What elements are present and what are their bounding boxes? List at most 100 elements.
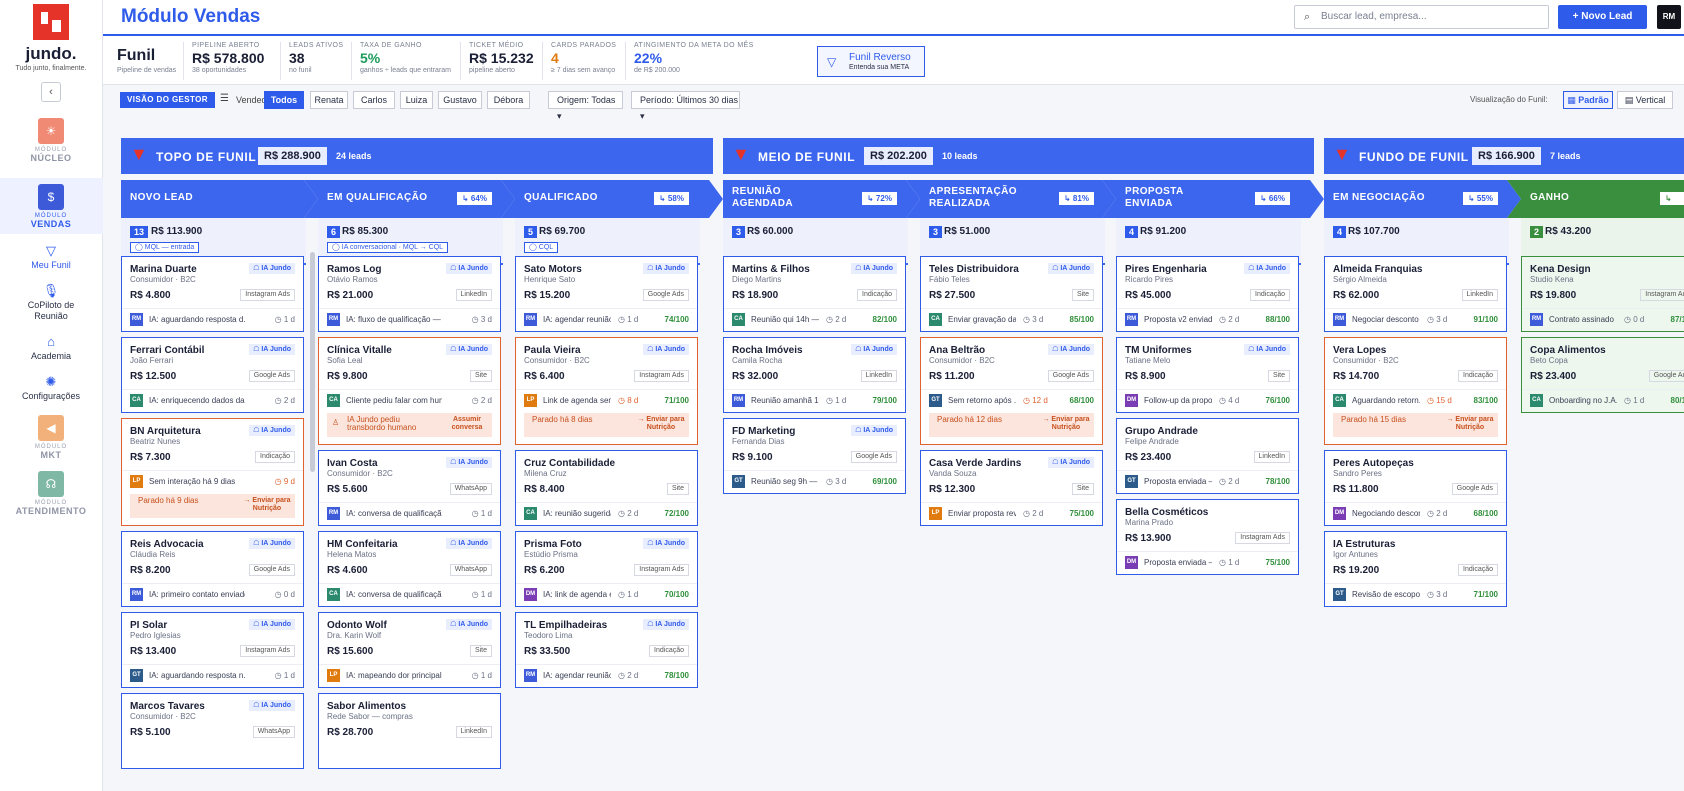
lead-card[interactable]: Marina Duarte Consumidor · B2C ☖ IA Jundo R… [121, 256, 304, 332]
seller-chip[interactable]: Renata [310, 91, 348, 109]
column-scrollbar[interactable] [310, 252, 315, 472]
lead-card[interactable]: TL Empilhadeiras Teodoro Lima ☖ IA Jundo R$… [515, 612, 698, 688]
stage-header[interactable]: APRESENTAÇÃO REALIZADA ↳ 81% [906, 180, 1116, 218]
lead-source-badge: LinkedIn [455, 289, 492, 301]
stage-header[interactable]: REUNIÃO AGENDADA ↳ 72% [723, 180, 920, 218]
nav-copiloto[interactable]: 🎙 CoPiloto de Reunião [0, 280, 103, 325]
module-mkt[interactable]: ◀ MÓDULO MKT [0, 409, 103, 465]
stage-header[interactable]: EM QUALIFICAÇÃO ↳ 64% [304, 180, 515, 218]
lead-name: Ana Beltrão [929, 345, 986, 356]
module-vendas[interactable]: $ MÓDULO VENDAS [0, 178, 103, 234]
stage-header[interactable]: QUALIFICADO ↳ 58% [501, 180, 723, 218]
owner-avatar: GT [1125, 475, 1138, 488]
next-action: Contrato assinado [1549, 315, 1614, 324]
nav-configuracoes[interactable]: ✺ Configurações [0, 371, 103, 405]
lead-card[interactable]: Kena Design Studio Kena R$ 19.800 Instagram… [1521, 256, 1684, 332]
column-total: R$ 107.700 [1348, 226, 1400, 237]
card-divider [516, 664, 697, 665]
module-nucleo[interactable]: ☀ MÓDULO NÚCLEO [0, 112, 103, 168]
lead-score: 83/100 [1473, 396, 1498, 405]
send-to-nurture-button[interactable]: → Enviar para Nutrição [1031, 416, 1101, 432]
module-atendimento[interactable]: ☊ MÓDULO ATENDIMENTO [0, 465, 103, 521]
lead-card[interactable]: HM Confeitaria Helena Matos ☖ IA Jundo R$ 4… [318, 531, 501, 607]
collapse-sidebar-button[interactable]: ‹ [41, 82, 61, 102]
send-to-nurture-button[interactable]: → Enviar para Nutrição [1435, 416, 1505, 432]
lead-card[interactable]: Odonto Wolf Dra. Karin Wolf ☖ IA Jundo R$ 1… [318, 612, 501, 688]
lead-card[interactable]: Martins & Filhos Diego Martins ☖ IA Jundo R… [723, 256, 906, 332]
lead-card[interactable]: Rocha Imóveis Camila Rocha ☖ IA Jundo R$ 32… [723, 337, 906, 413]
search-input[interactable]: ⌕ Buscar lead, empresa... [1294, 5, 1549, 29]
lead-value: R$ 13.400 [130, 646, 177, 657]
lead-card[interactable]: PI Solar Pedro Iglesias ☖ IA Jundo R$ 13.40… [121, 612, 304, 688]
stage-header[interactable]: NOVO LEAD [121, 180, 318, 218]
lead-card[interactable]: Cruz Contabilidade Milena Cruz R$ 8.400 Sit… [515, 450, 698, 526]
lead-name: Marina Duarte [130, 264, 197, 275]
send-to-nurture-button[interactable]: → Enviar para Nutrição [232, 497, 302, 513]
lead-card[interactable]: Bella Cosméticos Marina Prado R$ 13.900 Ins… [1116, 499, 1299, 575]
seller-chip[interactable]: Débora [487, 91, 530, 109]
assume-conversation-button[interactable]: Assumir conversa [439, 416, 495, 432]
lead-card[interactable]: BN Arquitetura Beatriz Nunes ☖ IA Jundo R$ … [121, 418, 304, 526]
lead-card[interactable]: Peres Autopeças Sandro Peres R$ 11.800 Goog… [1324, 450, 1507, 526]
stage-header[interactable]: GANHO ↳ 48% [1507, 180, 1684, 218]
column-stage-tag: ◯ MQL — entrada [130, 242, 200, 253]
lead-card[interactable]: FD Marketing Fernanda Dias ☖ IA Jundo R$ 9.… [723, 418, 906, 494]
lead-value: R$ 8.400 [524, 484, 565, 495]
lead-card[interactable]: Marcos Tavares Consumidor · B2C ☖ IA Jundo… [121, 693, 304, 769]
lead-name: Vera Lopes [1333, 345, 1387, 356]
stage-header[interactable]: EM NEGOCIAÇÃO ↳ 55% [1324, 180, 1521, 218]
lead-card[interactable]: Copa Alimentos Beto Copa R$ 23.400 Google A… [1521, 337, 1684, 413]
ai-jundo-badge: ☖ IA Jundo [249, 700, 295, 711]
seller-chip[interactable]: Todos [264, 91, 304, 109]
nav-academia[interactable]: ⌂ Academia [0, 331, 103, 365]
lead-card[interactable]: Vera Lopes Consumidor · B2C R$ 14.700 Indic… [1324, 337, 1507, 445]
ai-jundo-badge: ☖ IA Jundo [249, 263, 295, 274]
lead-card[interactable]: Prisma Foto Estúdio Prisma ☖ IA Jundo R$ 6.… [515, 531, 698, 607]
owner-avatar: LP [327, 669, 340, 682]
lead-card[interactable]: Sabor Alimentos Rede Sabor — compras R$ 28… [318, 693, 501, 769]
lead-card[interactable]: Casa Verde Jardins Vanda Souza ☖ IA Jundo R… [920, 450, 1103, 526]
seller-chip[interactable]: Luiza [400, 91, 433, 109]
lead-card[interactable]: Sato Motors Henrique Sato ☖ IA Jundo R$ 15.… [515, 256, 698, 332]
lead-name: Martins & Filhos [732, 264, 810, 275]
owner-avatar: GT [130, 669, 143, 682]
lead-card[interactable]: Almeida Franquias Sérgio Almeida R$ 62.000… [1324, 256, 1507, 332]
kpi-subtext: no funil [289, 67, 312, 74]
owner-avatar: RM [524, 669, 537, 682]
lead-card[interactable]: Grupo Andrade Felipe Andrade R$ 23.400 Link… [1116, 418, 1299, 494]
origem-select[interactable]: Origem: Todas ▾ [548, 91, 623, 121]
lead-contact: Marina Prado [1125, 518, 1174, 527]
stalled-alert: Parado há 8 dias → Enviar para Nutrição [524, 413, 689, 437]
lead-value: R$ 8.900 [1125, 371, 1166, 382]
lead-card[interactable]: Ivan Costa Consumidor · B2C ☖ IA Jundo R$ 5… [318, 450, 501, 526]
kpi-subtext: de R$ 200.000 [634, 67, 680, 74]
lead-card[interactable]: Reis Advocacia Cláudia Reis ☖ IA Jundo R$ 8… [121, 531, 304, 607]
lead-card[interactable]: Paula Vieira Consumidor · B2C ☖ IA Jundo R$… [515, 337, 698, 445]
lead-card[interactable]: Ramos Log Otávio Ramos ☖ IA Jundo R$ 21.000… [318, 256, 501, 332]
next-action: IA: aguardando resposta d... [149, 315, 245, 324]
periodo-select[interactable]: Período: Últimos 30 dias ▾ [631, 91, 740, 121]
lead-card[interactable]: Ferrari Contábil João Ferrari ☖ IA Jundo R$… [121, 337, 304, 413]
new-lead-button[interactable]: + Novo Lead [1558, 5, 1647, 29]
send-to-nurture-button[interactable]: → Enviar para Nutrição [626, 416, 696, 432]
viz-vertical-button[interactable]: ▤ Vertical [1617, 91, 1673, 109]
nav-meu-funil[interactable]: ▽ Meu Funil [0, 240, 103, 274]
funnel-icon: ▽ [827, 55, 837, 69]
lead-card[interactable]: Clínica Vitalle Sofia Leal ☖ IA Jundo R$ 9.… [318, 337, 501, 445]
funil-title: Funil [117, 47, 156, 64]
user-avatar[interactable]: RM [1657, 5, 1681, 29]
lead-card[interactable]: TM Uniformes Tatiane Melo ☖ IA Jundo R$ 8.9… [1116, 337, 1299, 413]
lead-card[interactable]: Ana Beltrão Consumidor · B2C ☖ IA Jundo R$ … [920, 337, 1103, 445]
seller-chip[interactable]: Gustavo [438, 91, 482, 109]
lead-card[interactable]: IA Estruturas Igor Antunes R$ 19.200 Indica… [1324, 531, 1507, 607]
column-total: R$ 51.000 [944, 226, 991, 237]
viz-padrao-button[interactable]: ▦ Padrão [1563, 91, 1613, 109]
stage-header[interactable]: PROPOSTA ENVIADA ↳ 66% [1102, 180, 1324, 218]
lead-source-badge: Google Ads [850, 451, 897, 463]
gestor-view-toggle[interactable]: VISÃO DO GESTOR [120, 92, 215, 108]
seller-chip[interactable]: Carlos [353, 91, 395, 109]
funil-reverso-button[interactable]: ▽ Funil Reverso Entenda sua META [817, 46, 925, 77]
lead-card[interactable]: Pires Engenharia Ricardo Pires ☖ IA Jundo R… [1116, 256, 1299, 332]
lead-card[interactable]: Teles Distribuidora Fábio Teles ☖ IA Jundo… [920, 256, 1103, 332]
card-divider [319, 583, 500, 584]
